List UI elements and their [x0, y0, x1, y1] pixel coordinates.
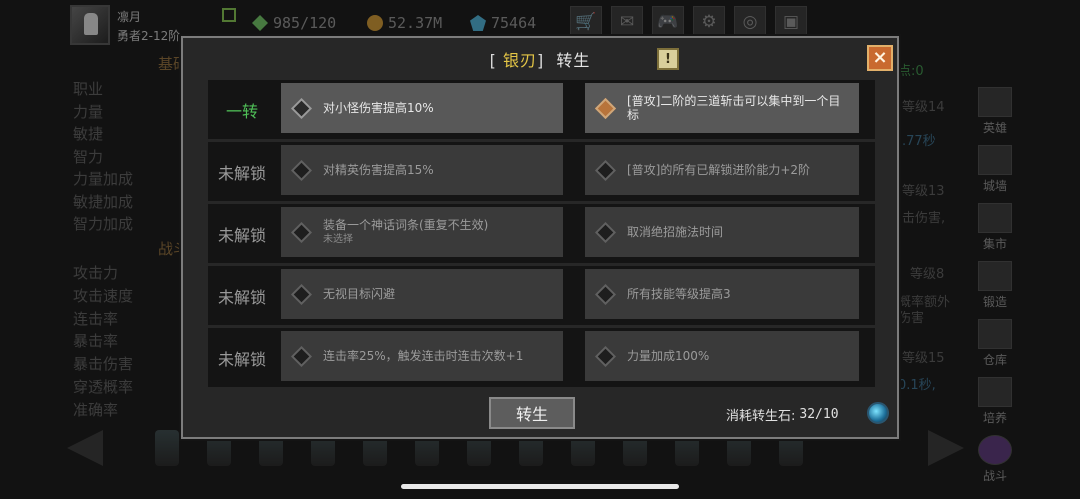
diamond-icon [290, 221, 313, 243]
cost-label: 消耗转生石: [726, 409, 796, 424]
option-text: [普攻]的所有已解锁进阶能力+2阶 [627, 163, 811, 177]
diamond-icon [594, 283, 617, 305]
title-bracket-close: ] [536, 51, 545, 70]
rebirth-stone-icon [867, 402, 889, 424]
diamond-icon [290, 97, 313, 119]
option-text: 无视目标闪避 [323, 287, 396, 301]
rebirth-option-left[interactable]: 对小怪伤害提高10% [281, 83, 563, 133]
title-text: 转生 [556, 51, 591, 70]
row-label: 未解锁 [217, 225, 266, 245]
rebirth-row: 未解锁 对精英伤害提高15% [普攻]的所有已解锁进阶能力+2阶 [208, 142, 875, 201]
row-label: 未解锁 [217, 163, 266, 183]
diamond-icon [290, 345, 313, 367]
option-text: 连击率25%，触发连击时连击次数+1 [323, 349, 524, 363]
rebirth-row: 一转 对小怪伤害提高10% [普攻]二阶的三道斩击可以集中到一个目标 [208, 80, 875, 139]
option-main-text: 装备一个神话词条(重复不生效) [323, 217, 489, 232]
row-label: 一转 [225, 101, 258, 121]
rebirth-option-left[interactable]: 对精英伤害提高15% [281, 145, 563, 195]
rebirth-modal: [ 银刃] 转生 ! × 一转 对小怪伤害提高10% [普攻]二阶的三道斩击可以… [181, 36, 899, 439]
option-text: [普攻]二阶的三道斩击可以集中到一个目标 [627, 94, 841, 122]
diamond-icon [594, 221, 617, 243]
option-sub-text: 未选择 [323, 233, 353, 245]
rebirth-row: 未解锁 无视目标闪避 所有技能等级提高3 [208, 266, 875, 325]
rebirth-option-left[interactable]: 无视目标闪避 [281, 269, 563, 319]
rebirth-option-right[interactable]: [普攻]二阶的三道斩击可以集中到一个目标 [585, 83, 859, 133]
rebirth-option-right[interactable]: [普攻]的所有已解锁进阶能力+2阶 [585, 145, 859, 195]
cost-value: 32/10 [799, 407, 839, 422]
rebirth-option-left[interactable]: 装备一个神话词条(重复不生效) 未选择 [281, 207, 563, 257]
option-text: 所有技能等级提高3 [627, 287, 731, 301]
diamond-icon [290, 159, 313, 181]
info-icon[interactable]: ! [657, 48, 679, 70]
rebirth-option-left[interactable]: 连击率25%，触发连击时连击次数+1 [281, 331, 563, 381]
rebirth-option-right[interactable]: 所有技能等级提高3 [585, 269, 859, 319]
diamond-icon [594, 345, 617, 367]
rebirth-row: 未解锁 装备一个神话词条(重复不生效) 未选择 取消绝招施法时间 [208, 204, 875, 263]
option-text: 对小怪伤害提高10% [323, 101, 434, 115]
title-class-name: 银刃 [502, 51, 537, 70]
row-label: 未解锁 [217, 349, 266, 369]
option-text: 力量加成100% [627, 349, 710, 363]
option-text: 对精英伤害提高15% [323, 163, 434, 177]
rebirth-grid: 一转 对小怪伤害提高10% [普攻]二阶的三道斩击可以集中到一个目标 未解锁 对… [208, 80, 875, 387]
rebirth-option-right[interactable]: 力量加成100% [585, 331, 859, 381]
home-indicator [401, 484, 679, 489]
rebirth-cost: 消耗转生石: 32/10 [726, 405, 839, 424]
rebirth-row: 未解锁 连击率25%，触发连击时连击次数+1 力量加成100% [208, 328, 875, 387]
rebirth-option-right[interactable]: 取消绝招施法时间 [585, 207, 859, 257]
modal-title: [ 银刃] 转生 [183, 47, 897, 71]
close-button[interactable]: × [867, 45, 893, 71]
rebirth-button[interactable]: 转生 [489, 397, 575, 429]
diamond-icon [290, 283, 313, 305]
option-text: 取消绝招施法时间 [627, 225, 724, 239]
diamond-selected-icon [594, 97, 617, 119]
diamond-icon [594, 159, 617, 181]
row-label: 未解锁 [217, 287, 266, 307]
title-bracket-open: [ [489, 51, 497, 70]
option-text: 装备一个神话词条(重复不生效) 未选择 [323, 218, 488, 247]
